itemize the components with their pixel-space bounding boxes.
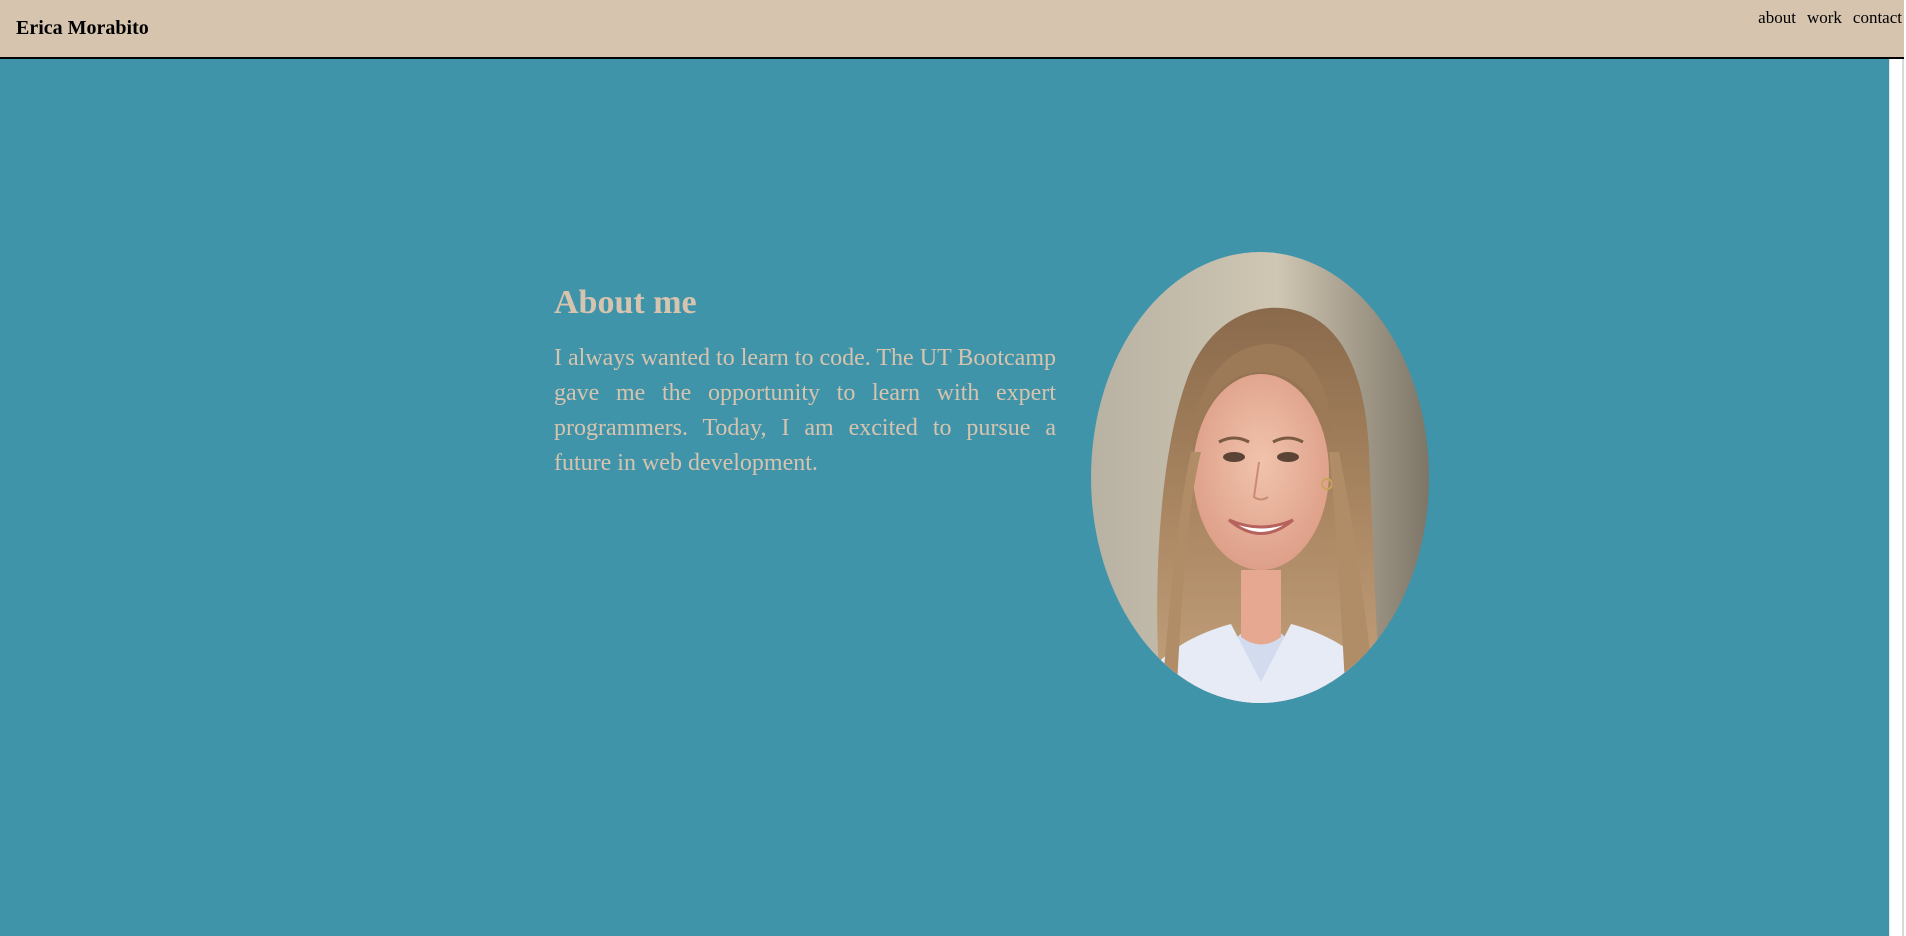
about-text-block: About me I always wanted to learn to cod… xyxy=(554,283,1056,481)
main-nav: about work contact xyxy=(1758,8,1902,28)
about-paragraph: I always wanted to learn to code. The UT… xyxy=(554,345,1056,476)
nav-link-work[interactable]: work xyxy=(1807,8,1842,28)
portrait-illustration xyxy=(1091,252,1429,703)
nav-link-about[interactable]: about xyxy=(1758,8,1796,28)
page-scrollbar-track xyxy=(1902,59,1904,936)
top-navigation-bar: Erica Morabito about work contact xyxy=(0,0,1904,59)
site-title: Erica Morabito xyxy=(16,17,149,39)
about-section xyxy=(0,59,1889,936)
profile-photo xyxy=(1091,252,1429,703)
about-heading: About me xyxy=(554,284,697,321)
nav-link-contact[interactable]: contact xyxy=(1853,8,1902,28)
